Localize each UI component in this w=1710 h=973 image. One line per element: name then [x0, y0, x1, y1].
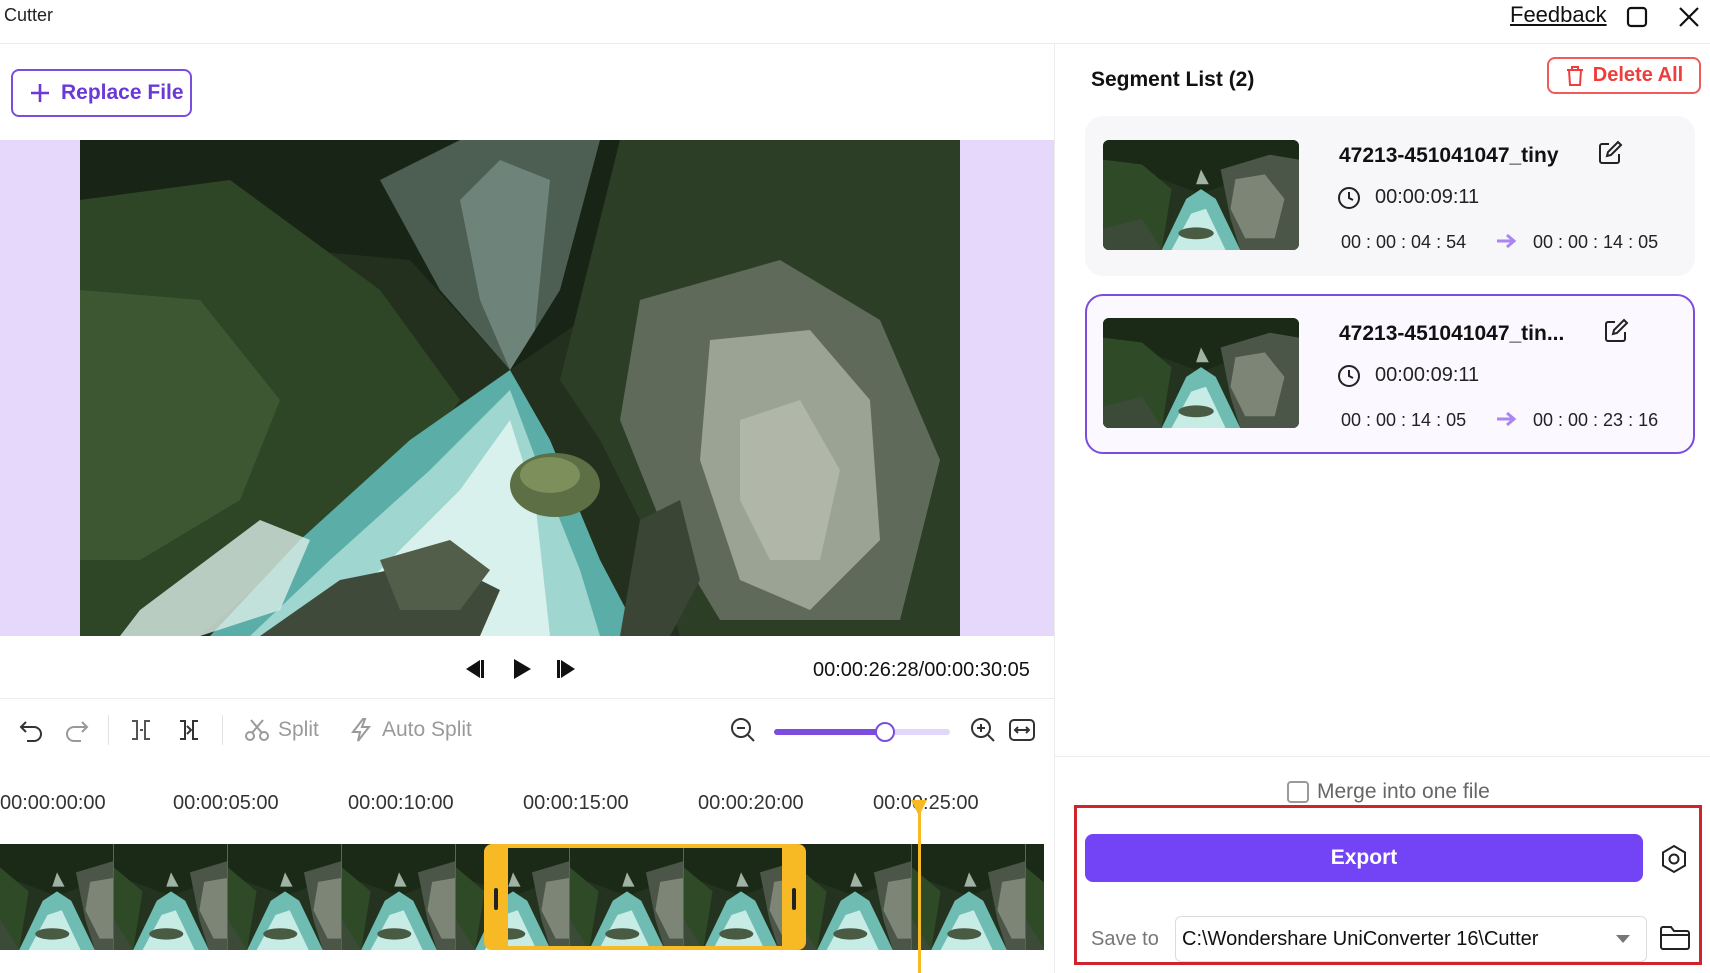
arrow-right-icon: [1497, 233, 1517, 249]
close-button[interactable]: [1674, 2, 1704, 32]
video-preview[interactable]: [0, 140, 1054, 636]
edit-toolbar: Split Auto Split: [0, 698, 1054, 762]
edit-icon[interactable]: [1603, 318, 1629, 344]
set-in-point-button[interactable]: [128, 713, 154, 747]
delete-all-label: Delete All: [1592, 64, 1684, 86]
auto-split-label: Auto Split: [382, 718, 472, 741]
edit-icon[interactable]: [1597, 140, 1623, 166]
auto-split-button[interactable]: Auto Split: [348, 713, 472, 747]
ruler-tick-label: 00:00:00:00: [0, 792, 106, 814]
merge-option[interactable]: Merge into one file: [1287, 780, 1490, 804]
plus-icon: [31, 84, 49, 102]
scissors-icon: [245, 719, 269, 741]
zoom-out-icon: [731, 718, 755, 742]
maximize-icon: [1626, 6, 1648, 28]
toolbar-divider: [108, 715, 109, 745]
timeline-thumbnail: [0, 844, 114, 950]
zoom-in-icon: [971, 718, 995, 742]
video-frame-image: [80, 140, 960, 636]
zoom-slider-handle[interactable]: [874, 722, 895, 742]
segment-pane: Segment List (2) Delete All 47213-451041…: [1054, 44, 1710, 973]
split-label: Split: [278, 718, 319, 741]
segment-end-time: 00 : 00 : 14 : 05: [1533, 232, 1659, 252]
skip-back-icon: [466, 660, 484, 678]
set-out-point-button[interactable]: [176, 713, 202, 747]
folder-icon[interactable]: [1659, 923, 1691, 953]
toolbar-divider: [222, 715, 223, 745]
fit-timeline-button[interactable]: [1008, 713, 1036, 747]
export-button[interactable]: Export: [1085, 834, 1643, 882]
timeline-thumbnail: [114, 844, 228, 950]
replace-file-label: Replace File: [61, 81, 184, 104]
timeline-thumbnail: [342, 844, 456, 950]
fit-width-icon: [1009, 719, 1035, 741]
settings-icon[interactable]: [1659, 844, 1689, 874]
segment-name: 47213-451041047_tin...: [1339, 322, 1565, 345]
zoom-slider-fill: [774, 729, 885, 735]
zoom-slider[interactable]: [774, 722, 950, 742]
segment-duration: 00:00:09:11: [1375, 364, 1480, 386]
segment-start-time: 00 : 00 : 04 : 54: [1341, 232, 1467, 252]
panel-divider: [1055, 756, 1710, 757]
segment-selection[interactable]: [484, 844, 806, 950]
lightning-icon: [350, 718, 372, 742]
trash-icon: [1566, 65, 1583, 86]
save-path-dropdown[interactable]: C:\Wondershare UniConverter 16\Cutter: [1175, 916, 1647, 962]
zoom-out-button[interactable]: [730, 713, 756, 747]
split-button[interactable]: Split: [244, 713, 319, 747]
segment-start-time: 00 : 00 : 14 : 05: [1341, 410, 1467, 430]
playback-timecode: 00:00:26:28/00:00:30:05: [813, 659, 1030, 681]
ruler-tick-label: 00:00:05:00: [173, 792, 279, 814]
play-icon: [514, 659, 531, 679]
segment-thumbnail: [1103, 318, 1299, 428]
replace-file-button[interactable]: Replace File: [11, 69, 192, 117]
undo-button[interactable]: [18, 713, 44, 747]
ruler-tick-label: 00:00:20:00: [698, 792, 804, 814]
skip-forward-icon: [557, 660, 575, 678]
timeline-thumbnail: [1026, 844, 1044, 950]
maximize-button[interactable]: [1622, 2, 1652, 32]
mark-out-icon: [180, 720, 198, 740]
segment-duration: 00:00:09:11: [1375, 186, 1480, 208]
delete-all-button[interactable]: Delete All: [1547, 57, 1701, 94]
video-frame: [80, 140, 960, 636]
segment-list-title: Segment List (2): [1091, 68, 1255, 91]
previous-frame-button[interactable]: [458, 654, 488, 684]
merge-checkbox[interactable]: [1287, 781, 1309, 803]
segment-thumbnail: [1103, 140, 1299, 250]
play-button[interactable]: [507, 654, 537, 684]
segment-card-selected[interactable]: 47213-451041047_tin... 00:00:09:11 00 : …: [1085, 294, 1695, 454]
segment-name: 47213-451041047_tiny: [1339, 144, 1559, 167]
ruler-tick-label: 00:00:10:00: [348, 792, 454, 814]
timeline-thumbnail: [912, 844, 1026, 950]
redo-icon: [66, 721, 89, 742]
app-title: Cutter: [4, 5, 54, 25]
selection-left-handle[interactable]: [494, 888, 498, 910]
segment-card[interactable]: 47213-451041047_tiny 00:00:09:11 00 : 00…: [1085, 116, 1695, 276]
save-to-label: Save to: [1091, 928, 1159, 950]
timeline-thumbnail: [798, 844, 912, 950]
next-frame-button[interactable]: [553, 654, 583, 684]
playhead-line: [918, 806, 921, 973]
feedback-link[interactable]: Feedback: [1510, 2, 1607, 28]
ruler-tick-label: 00:00:15:00: [523, 792, 629, 814]
title-bar: Cutter Feedback: [0, 0, 1710, 44]
merge-label: Merge into one file: [1317, 780, 1490, 803]
undo-icon: [19, 721, 42, 742]
close-icon: [1679, 7, 1699, 27]
selection-right-handle[interactable]: [792, 888, 796, 910]
mark-in-icon: [132, 720, 150, 740]
redo-button[interactable]: [64, 713, 90, 747]
segment-end-time: 00 : 00 : 23 : 16: [1533, 410, 1659, 430]
arrow-right-icon: [1497, 411, 1517, 427]
zoom-in-button[interactable]: [970, 713, 996, 747]
playback-controls: 00:00:26:28/00:00:30:05: [0, 636, 1054, 698]
chevron-down-icon: [1616, 935, 1630, 943]
editor-pane: Replace File 00:00:26:28/00:00:30:05 Spl…: [0, 44, 1054, 973]
save-path-value: C:\Wondershare UniConverter 16\Cutter: [1182, 927, 1539, 950]
clock-icon: [1338, 365, 1360, 387]
clock-icon: [1338, 187, 1360, 209]
timeline-ruler[interactable]: 00:00:00:00 00:00:05:00 00:00:10:00 00:0…: [0, 762, 1054, 822]
timeline-thumbnail: [228, 844, 342, 950]
